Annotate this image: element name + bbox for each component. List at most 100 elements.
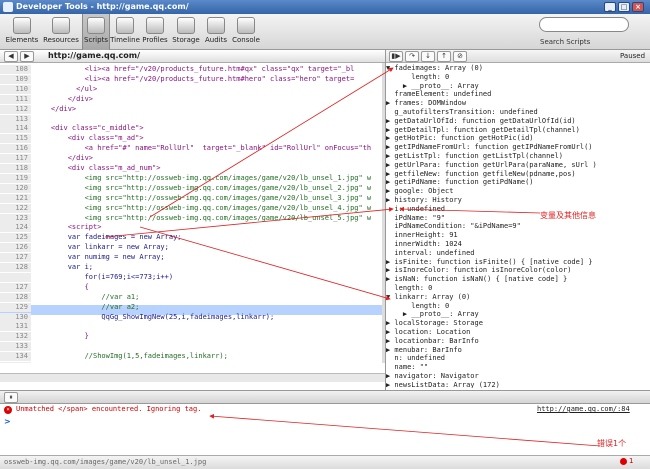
line-number[interactable] bbox=[0, 272, 31, 282]
line-number[interactable]: 127 bbox=[0, 253, 31, 263]
scope-variable-row[interactable]: ▶ locationbar: BarInfo bbox=[386, 337, 479, 346]
scope-variable-row[interactable]: ▼ fadeimages: Array (0) bbox=[386, 64, 483, 73]
drawer-toolbar: ⏸ bbox=[0, 390, 650, 404]
maximize-button[interactable]: □ bbox=[618, 2, 630, 12]
close-button[interactable]: × bbox=[632, 2, 644, 12]
line-number[interactable]: 127 bbox=[0, 282, 31, 292]
line-number[interactable]: 129 bbox=[0, 302, 31, 312]
line-number[interactable]: 119 bbox=[0, 173, 31, 183]
line-number[interactable]: 128 bbox=[0, 292, 31, 302]
search-input[interactable] bbox=[539, 17, 629, 32]
scope-variable-row[interactable]: ▶ getUrlPara: function getUrlPara(paraNa… bbox=[386, 161, 597, 170]
scope-variable-row[interactable]: ▶ getDetailTpl: function getDetailTpl(ch… bbox=[386, 126, 580, 135]
line-number[interactable]: 128 bbox=[0, 263, 31, 272]
error-count-badge[interactable]: 1 bbox=[620, 457, 633, 465]
line-number[interactable]: 111 bbox=[0, 94, 31, 104]
line-number[interactable]: 115 bbox=[0, 134, 31, 144]
scope-variable-row[interactable]: ▶ getIPdNameFromUrl: function getIPdName… bbox=[386, 143, 593, 152]
nav-forward-icon[interactable]: ▶ bbox=[20, 51, 34, 62]
line-number[interactable]: 126 bbox=[0, 243, 31, 253]
tab-storage[interactable]: Storage bbox=[170, 14, 202, 50]
pause-on-exceptions-icon[interactable]: ⏸ bbox=[4, 392, 18, 403]
scope-variable-row[interactable]: ▶ getHotPic: function getHotPic(id) bbox=[386, 134, 534, 143]
source-line: <img src="http://ossweb-img.qq.com/image… bbox=[34, 183, 372, 192]
scope-variable-row[interactable]: ▶ __proto__: Array bbox=[386, 310, 479, 319]
line-number[interactable]: 131 bbox=[0, 322, 31, 332]
scope-variable-row[interactable]: ▶ getListTpl: function getListTpl(channe… bbox=[386, 152, 563, 161]
line-number[interactable]: 134 bbox=[0, 352, 31, 362]
scope-variable-row[interactable]: interval: undefined bbox=[386, 249, 474, 258]
line-number[interactable]: 122 bbox=[0, 203, 31, 213]
scope-variable-row[interactable]: ▶ menubar: BarInfo bbox=[386, 346, 462, 355]
scope-variable-row[interactable]: ▶ newsListData: Array (172) bbox=[386, 381, 500, 388]
tab-audits[interactable]: Audits bbox=[202, 14, 230, 50]
scope-variable-row[interactable]: innerHeight: 91 bbox=[386, 231, 457, 240]
scope-variable-row[interactable]: frameElement: undefined bbox=[386, 90, 491, 99]
scope-variable-row[interactable]: ▶ history: History bbox=[386, 196, 462, 205]
scope-variable-row[interactable]: length: 0 bbox=[386, 302, 449, 311]
line-number[interactable]: 112 bbox=[0, 104, 31, 114]
line-number[interactable]: 108 bbox=[0, 65, 31, 74]
line-number[interactable]: 118 bbox=[0, 164, 31, 173]
scope-variables-list[interactable]: ▼ fadeimages: Array (0) length: 0 ▶ __pr… bbox=[386, 63, 648, 388]
scope-variable-row[interactable]: n: undefined bbox=[386, 354, 445, 363]
line-number[interactable]: 114 bbox=[0, 124, 31, 134]
scope-variable-row[interactable]: i: undefined bbox=[386, 205, 445, 214]
line-number[interactable]: 133 bbox=[0, 342, 31, 352]
scope-variable-row[interactable]: ▶ isInoreColor: function isInoreColor(co… bbox=[386, 266, 571, 275]
scope-variable-row[interactable]: ▼ linkarr: Array (0) bbox=[386, 293, 470, 302]
tab-resources[interactable]: Resources bbox=[40, 14, 82, 50]
line-number[interactable]: 135 bbox=[0, 362, 31, 363]
console-error-source-link[interactable]: http://game.qq.com/:84 bbox=[537, 405, 630, 413]
scope-variable-row[interactable]: name: "" bbox=[386, 363, 428, 372]
scope-variable-row[interactable]: ▶ isFinite: function isFinite() { [nativ… bbox=[386, 258, 593, 267]
resume-icon[interactable]: ▮▶ bbox=[389, 51, 403, 62]
line-number[interactable]: 125 bbox=[0, 233, 31, 243]
scope-variable-row[interactable]: ▶ frames: DOMWindow bbox=[386, 99, 466, 108]
scope-variable-row[interactable]: length: 0 bbox=[386, 284, 432, 293]
line-number[interactable]: 132 bbox=[0, 332, 31, 342]
line-number[interactable]: 110 bbox=[0, 84, 31, 94]
source-line: QqGg_ShowImgNew(25,i,fadeimages,linkarr)… bbox=[34, 312, 275, 321]
scope-variable-row[interactable]: ▶ getDataUrlOfId: function getDataUrlOfI… bbox=[386, 117, 576, 126]
minimize-button[interactable]: _ bbox=[604, 2, 616, 12]
source-line: for(i=769;i<=773;i++) bbox=[34, 272, 174, 281]
line-number[interactable]: 123 bbox=[0, 213, 31, 223]
nav-back-icon[interactable]: ◀ bbox=[4, 51, 18, 62]
scope-variable-row[interactable]: innerWidth: 1024 bbox=[386, 240, 461, 249]
scope-variable-row[interactable]: ▶ google: Object bbox=[386, 187, 453, 196]
step-over-icon[interactable]: ↷ bbox=[405, 51, 419, 62]
source-line: <div class="m_ad"> bbox=[34, 134, 144, 143]
step-into-icon[interactable]: ↓ bbox=[421, 51, 435, 62]
source-horizontal-scrollbar[interactable] bbox=[0, 373, 385, 382]
scope-variable-row[interactable]: ▶ location: Location bbox=[386, 328, 470, 337]
tab-console[interactable]: Console bbox=[230, 14, 262, 50]
scope-variable-row[interactable]: length: 0 bbox=[386, 73, 449, 82]
scope-variable-row[interactable]: iPdName: "9" bbox=[386, 214, 445, 223]
step-out-icon[interactable]: ↑ bbox=[437, 51, 451, 62]
line-number[interactable]: 113 bbox=[0, 114, 31, 124]
tab-elements[interactable]: Elements bbox=[2, 14, 42, 50]
line-number[interactable]: 124 bbox=[0, 223, 31, 233]
source-view[interactable]: 108 <li><a href="/v20/products_future.ht… bbox=[0, 63, 385, 363]
line-number[interactable]: 116 bbox=[0, 144, 31, 154]
line-number[interactable]: 117 bbox=[0, 154, 31, 164]
scope-variable-row[interactable]: iPdNameCondition: "&iPdName=9" bbox=[386, 222, 520, 231]
tab-timeline[interactable]: Timeline bbox=[110, 14, 140, 50]
tab-profiles[interactable]: Profiles bbox=[140, 14, 170, 50]
scope-variable-row[interactable]: g_autofiltersTransition: undefined bbox=[386, 108, 537, 117]
scope-variable-row[interactable]: ▶ navigator: Navigator bbox=[386, 372, 479, 381]
tab-scripts[interactable]: Scripts bbox=[82, 14, 110, 50]
console-prompt[interactable]: > bbox=[4, 417, 11, 426]
scope-variable-row[interactable]: ▶ isNaN: function isNaN() { [native code… bbox=[386, 275, 567, 284]
line-number[interactable]: 130 bbox=[0, 312, 31, 322]
deactivate-breakpoints-icon[interactable]: ⊘ bbox=[453, 51, 467, 62]
script-file-select[interactable]: http://game.qq.com/ bbox=[48, 51, 140, 60]
line-number[interactable]: 121 bbox=[0, 193, 31, 203]
scope-variable-row[interactable]: ▶ getfileNew: function getfileNew(pdname… bbox=[386, 170, 576, 179]
scope-variable-row[interactable]: ▶ localStorage: Storage bbox=[386, 319, 483, 328]
line-number[interactable]: 109 bbox=[0, 74, 31, 84]
scope-variable-row[interactable]: ▶ getiPdName: function getiPdName() bbox=[386, 178, 534, 187]
scope-variable-row[interactable]: ▶ __proto__: Array bbox=[386, 82, 479, 91]
line-number[interactable]: 120 bbox=[0, 183, 31, 193]
